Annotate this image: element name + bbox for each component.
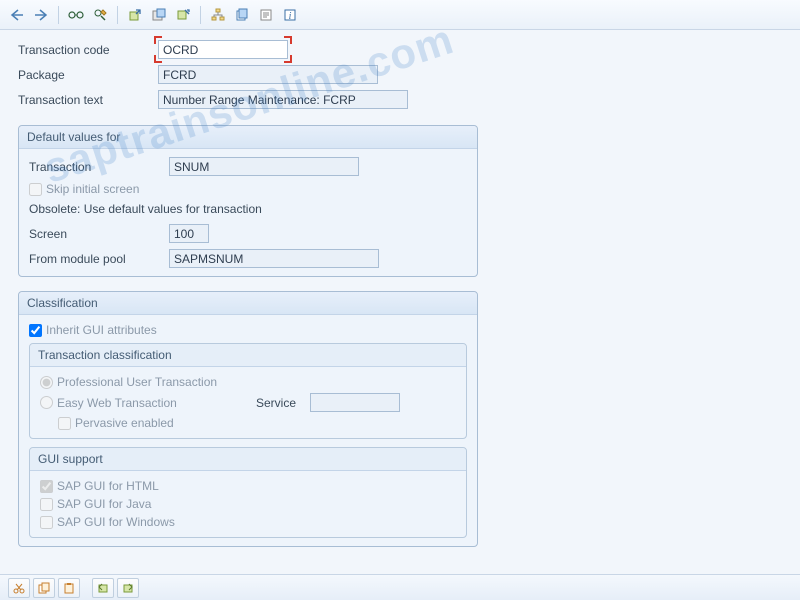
gui-java-checkbox (40, 498, 53, 511)
skip-initial-checkbox (29, 183, 42, 196)
nav-forward-button[interactable] (30, 4, 52, 26)
transaction-classification-group: Transaction classification Professional … (29, 343, 467, 439)
toolbar-separator (117, 6, 118, 24)
cut-button[interactable] (8, 578, 30, 598)
inherit-gui-checkbox[interactable] (29, 324, 42, 337)
easy-web-label: Easy Web Transaction (57, 396, 252, 410)
from-module-pool-label: From module pool (29, 252, 169, 266)
package-field[interactable] (158, 65, 378, 84)
screen-label: Screen (29, 227, 169, 241)
obsolete-text: Obsolete: Use default values for transac… (29, 202, 467, 216)
documentation-icon[interactable] (255, 4, 277, 26)
professional-label: Professional User Transaction (57, 375, 217, 389)
transaction-classification-title: Transaction classification (30, 344, 466, 367)
gui-html-label: SAP GUI for HTML (57, 479, 159, 493)
toolbar-separator (58, 6, 59, 24)
bottom-toolbar (0, 574, 800, 600)
easy-web-radio (40, 396, 53, 409)
pervasive-checkbox (58, 417, 71, 430)
undo-button[interactable] (92, 578, 114, 598)
skip-initial-label: Skip initial screen (46, 182, 139, 196)
gui-html-checkbox (40, 480, 53, 493)
transaction-text-label: Transaction text (18, 93, 158, 107)
screen-field[interactable] (169, 224, 209, 243)
from-module-pool-field[interactable] (169, 249, 379, 268)
redo-button[interactable] (117, 578, 139, 598)
default-values-group: Default values for Transaction Skip init… (18, 125, 478, 277)
classification-title: Classification (19, 292, 477, 315)
enhance-button[interactable] (148, 4, 170, 26)
gui-windows-checkbox (40, 516, 53, 529)
transaction-field[interactable] (169, 157, 359, 176)
glasses-icon[interactable] (65, 4, 87, 26)
gui-support-title: GUI support (30, 448, 466, 471)
hierarchy-icon[interactable] (207, 4, 229, 26)
inherit-gui-label: Inherit GUI attributes (46, 323, 157, 337)
transaction-label: Transaction (29, 160, 169, 174)
default-values-title: Default values for (19, 126, 477, 149)
service-label: Service (256, 396, 306, 410)
transaction-code-field[interactable] (158, 40, 288, 59)
classification-group: Classification Inherit GUI attributes Tr… (18, 291, 478, 547)
document-stack-icon[interactable] (231, 4, 253, 26)
toolbar-separator (200, 6, 201, 24)
gui-java-label: SAP GUI for Java (57, 497, 151, 511)
pervasive-label: Pervasive enabled (75, 416, 174, 430)
info-icon[interactable]: i (279, 4, 301, 26)
svg-text:i: i (289, 11, 292, 22)
content-area: Transaction code Package Transaction tex… (0, 30, 800, 547)
professional-radio (40, 376, 53, 389)
gui-support-group: GUI support SAP GUI for HTML SAP GUI for… (29, 447, 467, 538)
nav-back-button[interactable] (6, 4, 28, 26)
package-label: Package (18, 68, 158, 82)
service-field (310, 393, 400, 412)
other-object-button[interactable] (124, 4, 146, 26)
transaction-text-field[interactable] (158, 90, 408, 109)
where-used-button[interactable] (172, 4, 194, 26)
copy-button[interactable] (33, 578, 55, 598)
gui-windows-label: SAP GUI for Windows (57, 515, 175, 529)
display-change-button[interactable] (89, 4, 111, 26)
transaction-code-label: Transaction code (18, 43, 158, 57)
main-toolbar: i (0, 0, 800, 30)
paste-button[interactable] (58, 578, 80, 598)
